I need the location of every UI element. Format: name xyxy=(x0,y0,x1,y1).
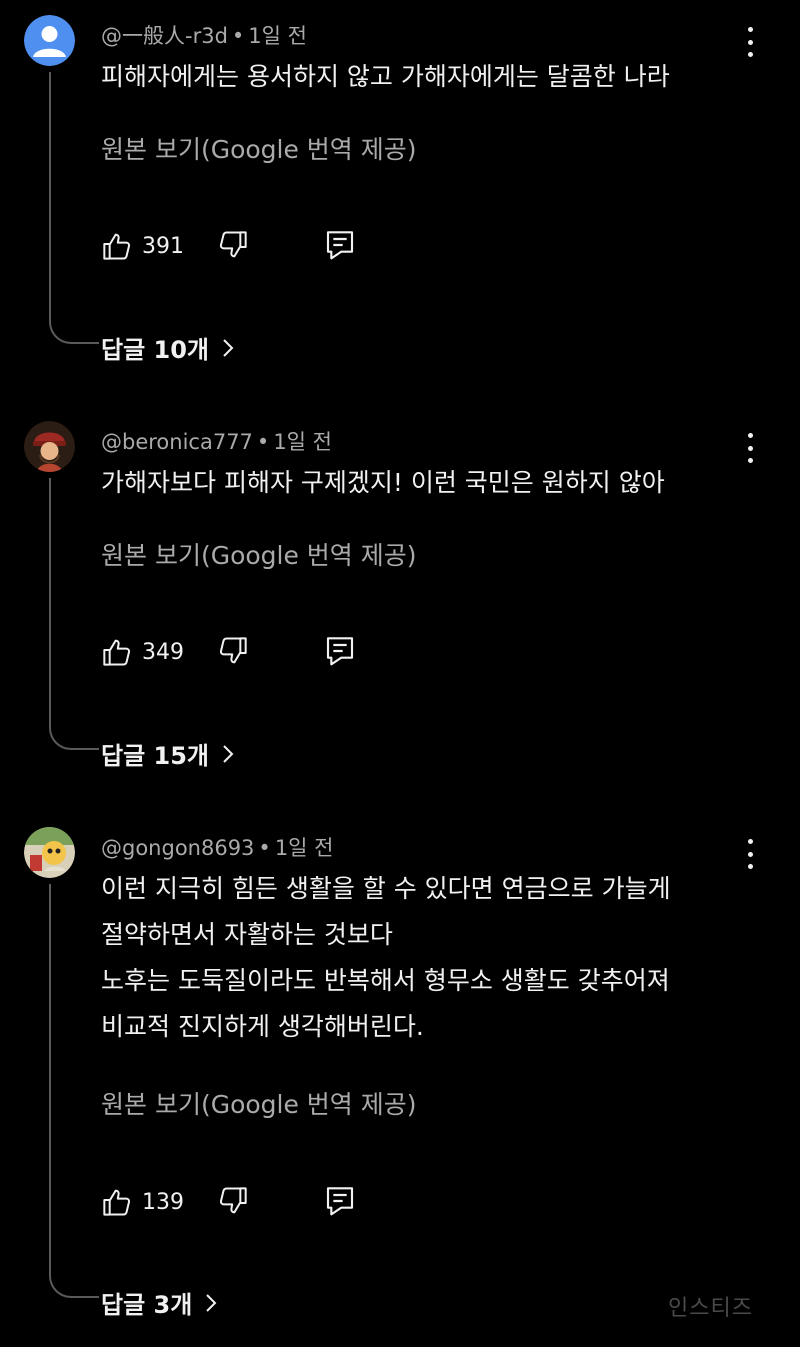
view-replies-button[interactable]: 답글 15개 xyxy=(101,736,235,771)
chevron-right-icon xyxy=(206,1293,217,1312)
comment-header: @一般人-r3d • 1일 전 xyxy=(101,20,307,50)
author-avatar[interactable] xyxy=(24,15,75,66)
reply-button[interactable] xyxy=(325,635,355,671)
comment-actions: 391 xyxy=(101,229,361,263)
thumbs-up-icon xyxy=(103,1189,131,1216)
comment-time: 1일 전 xyxy=(248,24,307,48)
author-avatar[interactable] xyxy=(24,421,75,472)
reply-button[interactable] xyxy=(325,229,355,265)
like-count: 349 xyxy=(142,639,184,665)
thumbs-down-icon xyxy=(219,1187,247,1214)
comment-line: 노후는 도둑질이라도 반복해서 형무소 생활도 갖추어져 xyxy=(101,966,670,995)
chevron-right-icon xyxy=(223,338,234,357)
comment-text: 가해자보다 피해자 구제겠지! 이런 국민은 원하지 않아 xyxy=(101,460,751,506)
chevron-right-icon xyxy=(223,744,234,763)
comment-line: 피해자에게는 용서하지 않고 가해자에게는 달콤한 나라 xyxy=(101,62,670,91)
comment-1: @一般人-r3d • 1일 전 피해자에게는 용서하지 않고 가해자에게는 달콤한 … xyxy=(0,0,800,400)
view-replies-button[interactable]: 답글 3개 xyxy=(101,1285,218,1320)
comment-time: 1일 전 xyxy=(274,836,334,860)
separator-dot: • xyxy=(256,430,270,454)
more-vert-icon[interactable] xyxy=(740,839,760,869)
comment-2: @beronica777 • 1일 전 가해자보다 피해자 구제겠지! 이런 국민은… xyxy=(0,406,800,806)
comment-line: 이런 지극히 힘든 생활을 할 수 있다면 연금으로 가늘게 xyxy=(101,874,671,903)
character-avatar xyxy=(24,421,75,472)
comment-reply-icon xyxy=(326,637,354,666)
comment-actions: 139 xyxy=(101,1185,361,1219)
replies-count-label: 답글 3개 xyxy=(101,1291,193,1319)
thread-line xyxy=(49,72,99,344)
like-button[interactable]: 391 xyxy=(101,229,184,263)
author-name[interactable]: @beronica777 xyxy=(101,430,253,454)
default-person-avatar xyxy=(24,15,75,66)
comment-header: @gongon8693 • 1일 전 xyxy=(101,832,334,862)
thread-line xyxy=(49,478,99,750)
separator-dot: • xyxy=(231,24,245,48)
comment-time: 1일 전 xyxy=(273,430,332,454)
see-original-link[interactable]: 원본 보기(Google 번역 제공) xyxy=(101,536,417,572)
author-avatar[interactable] xyxy=(24,827,75,878)
comment-line: 절약하면서 자활하는 것보다 xyxy=(101,920,393,949)
dislike-button[interactable] xyxy=(217,635,249,671)
comment-line: 비교적 진지하게 생각해버린다. xyxy=(101,1012,424,1041)
author-name[interactable]: @一般人-r3d xyxy=(101,24,228,48)
more-vert-icon[interactable] xyxy=(740,433,760,463)
reply-button[interactable] xyxy=(325,1185,355,1221)
comment-3: @gongon8693 • 1일 전 이런 지극히 힘든 생활을 할 수 있다면 연… xyxy=(0,812,800,1332)
like-button[interactable]: 349 xyxy=(101,635,184,669)
thumbs-up-icon xyxy=(103,639,131,666)
view-replies-button[interactable]: 답글 10개 xyxy=(101,330,235,365)
dislike-button[interactable] xyxy=(217,229,249,265)
like-count: 139 xyxy=(142,1189,184,1215)
dislike-button[interactable] xyxy=(217,1185,249,1221)
comment-text: 피해자에게는 용서하지 않고 가해자에게는 달콤한 나라 xyxy=(101,54,751,100)
comment-line: 가해자보다 피해자 구제겠지! 이런 국민은 원하지 않아 xyxy=(101,468,665,497)
thumbs-down-icon xyxy=(219,637,247,664)
replies-count-label: 답글 15개 xyxy=(101,742,209,770)
like-button[interactable]: 139 xyxy=(101,1185,184,1219)
replies-count-label: 답글 10개 xyxy=(101,336,209,364)
more-vert-icon[interactable] xyxy=(740,27,760,57)
comment-actions: 349 xyxy=(101,635,361,669)
like-count: 391 xyxy=(142,233,184,259)
comment-text: 이런 지극히 힘든 생활을 할 수 있다면 연금으로 가늘게 절약하면서 자활하… xyxy=(101,866,751,1050)
comment-header: @beronica777 • 1일 전 xyxy=(101,426,332,456)
thumbs-down-icon xyxy=(219,231,247,258)
thread-line xyxy=(49,884,99,1298)
comment-reply-icon xyxy=(326,1187,354,1216)
cartoon-avatar xyxy=(24,827,75,878)
site-watermark: 인스티즈 xyxy=(668,1296,753,1321)
see-original-link[interactable]: 원본 보기(Google 번역 제공) xyxy=(101,130,417,166)
author-name[interactable]: @gongon8693 xyxy=(101,836,254,860)
separator-dot: • xyxy=(258,836,271,860)
see-original-link[interactable]: 원본 보기(Google 번역 제공) xyxy=(101,1085,417,1121)
comment-reply-icon xyxy=(326,231,354,260)
thumbs-up-icon xyxy=(103,233,131,260)
